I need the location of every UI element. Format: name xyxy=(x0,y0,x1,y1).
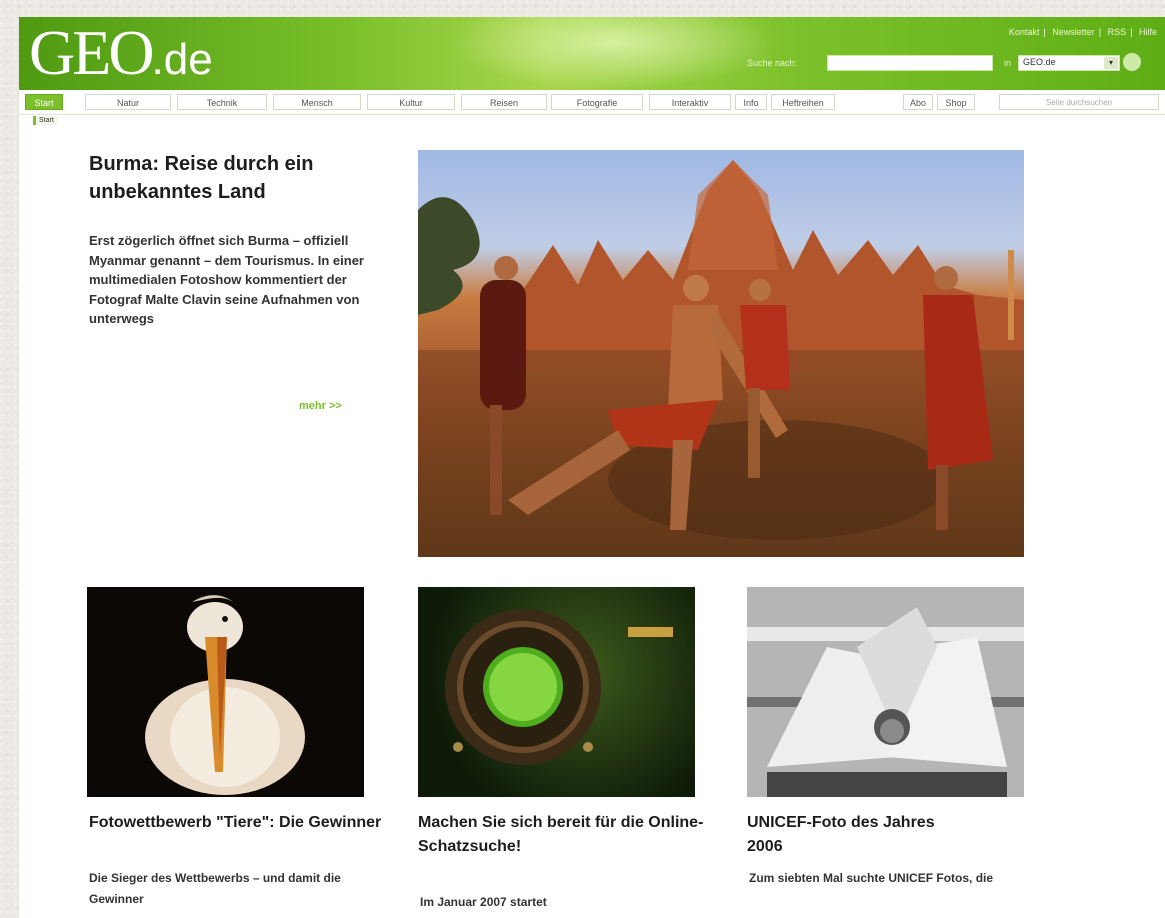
teaser-image-schatzsuche[interactable] xyxy=(418,587,695,797)
main-nav: Start Natur Technik Mensch Kultur Reisen… xyxy=(19,92,1165,115)
tab-natur[interactable]: Natur xyxy=(85,94,171,110)
teaser-text-unicef: Zum siebten Mal suchte UNICEF Fotos, die xyxy=(749,871,994,885)
search-go-button[interactable] xyxy=(1123,53,1141,71)
tab-interaktiv[interactable]: Interaktiv xyxy=(649,94,731,110)
toplink-newsletter[interactable]: Newsletter xyxy=(1052,27,1095,37)
hero-text: Erst zögerlich öffnet sich Burma – offiz… xyxy=(89,233,364,326)
hero-image[interactable] xyxy=(418,150,1024,557)
unicef-photo xyxy=(747,587,1024,797)
tab-shop[interactable]: Shop xyxy=(937,94,975,110)
treasure-hunt-graphic xyxy=(445,609,673,765)
tab-abo[interactable]: Abo xyxy=(903,94,933,110)
page: GEO.de Kontakt | Newsletter | RSS | Hilfe S… xyxy=(19,17,1165,918)
toplink-kontakt[interactable]: Kontakt xyxy=(1009,27,1040,37)
hero-title[interactable]: Burma: Reise durch ein unbekanntes Land xyxy=(89,150,389,206)
tab-start[interactable]: Start xyxy=(25,94,63,110)
nav-search-input[interactable]: Seite durchsuchen xyxy=(999,94,1159,110)
search-label: Suche nach: xyxy=(747,58,798,68)
tab-reisen[interactable]: Reisen xyxy=(461,94,547,110)
header-decoration xyxy=(449,17,779,90)
pelican-photo xyxy=(145,595,305,795)
toplink-hilfe[interactable]: Hilfe xyxy=(1139,27,1157,37)
tab-mensch[interactable]: Mensch xyxy=(273,94,361,110)
tab-info[interactable]: Info xyxy=(735,94,767,110)
teaser-image-pelican[interactable] xyxy=(87,587,364,797)
search-in-label: in xyxy=(1004,58,1012,68)
breadcrumb: Start xyxy=(33,116,57,125)
toplink-rss[interactable]: RSS xyxy=(1108,27,1127,37)
tab-technik[interactable]: Technik xyxy=(177,94,267,110)
tab-kultur[interactable]: Kultur xyxy=(367,94,455,110)
teaser-title-schatzsuche[interactable]: Machen Sie sich bereit für die Online-Sc… xyxy=(418,811,708,859)
search-scope-value: GEO.de xyxy=(1023,57,1056,67)
teaser-image-unicef[interactable] xyxy=(747,587,1024,797)
chevron-down-icon: ▾ xyxy=(1104,57,1118,69)
tab-heftreihen[interactable]: Heftreihen xyxy=(771,94,835,110)
logo-suffix-text: .de xyxy=(151,35,213,84)
logo-main-text: GEO xyxy=(29,17,155,88)
monks-photo xyxy=(418,160,1024,557)
tab-fotografie[interactable]: Fotografie xyxy=(551,94,643,110)
top-links: Kontakt | Newsletter | RSS | Hilfe xyxy=(1008,27,1157,37)
site-header: GEO.de Kontakt | Newsletter | RSS | Hilfe S… xyxy=(19,17,1165,90)
teaser-text-schatzsuche: Im Januar 2007 startet xyxy=(420,895,547,909)
teaser-title-unicef[interactable]: UNICEF-Foto des Jahres 2006 xyxy=(747,811,947,859)
search-input[interactable] xyxy=(827,55,993,71)
teaser-title-tiere[interactable]: Fotowettbewerb "Tiere": Die Gewinner xyxy=(89,811,389,835)
teaser-text-tiere: Die Sieger des Wettbewerbs – und damit d… xyxy=(89,871,341,906)
search-scope-select[interactable]: GEO.de ▾ xyxy=(1018,55,1120,71)
hero-more-link[interactable]: mehr >> xyxy=(299,400,342,412)
site-logo[interactable]: GEO.de xyxy=(29,21,213,85)
